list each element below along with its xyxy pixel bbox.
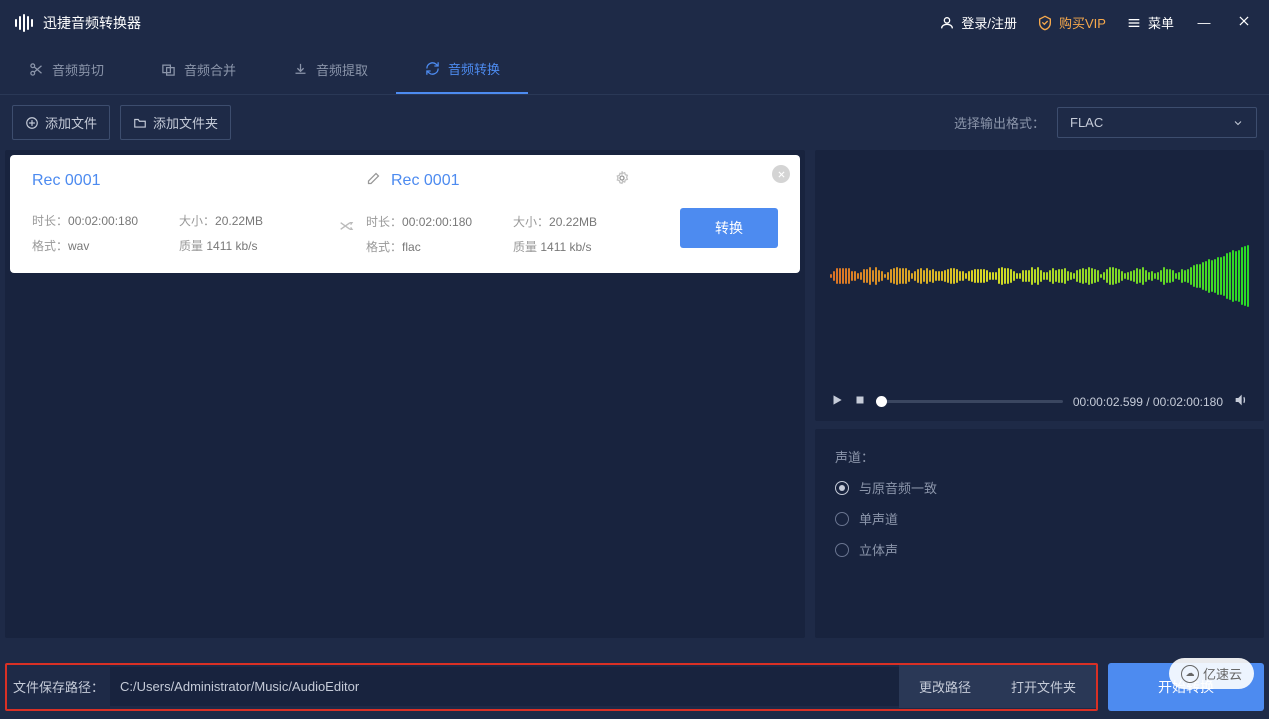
waveform-panel: 00:00:02.599 / 00:02:00:180 [815, 150, 1264, 421]
change-path-button[interactable]: 更改路径 [899, 665, 991, 708]
stop-button[interactable] [854, 394, 866, 409]
plus-circle-icon [25, 116, 39, 130]
edit-name-icon[interactable] [366, 171, 381, 191]
remove-file-button[interactable] [772, 165, 790, 183]
user-icon [939, 15, 955, 31]
watermark: ☁ 亿速云 [1169, 658, 1254, 689]
buy-vip-button[interactable]: 购买VIP [1037, 13, 1106, 32]
menu-icon [1126, 15, 1142, 31]
channel-option-stereo[interactable]: 立体声 [835, 540, 1244, 559]
radio-icon [835, 543, 849, 557]
tab-audio-extract[interactable]: 音频提取 [264, 45, 396, 94]
waveform-display [825, 160, 1254, 392]
menu-button[interactable]: 菜单 [1126, 13, 1174, 32]
source-file-name: Rec 0001 [32, 172, 326, 190]
file-list: Rec 0001 时长：00:02:00:180 大小：20.22MB 格式：w… [5, 150, 805, 638]
add-folder-button[interactable]: 添加文件夹 [120, 105, 231, 140]
channel-title: 声道： [835, 447, 1244, 466]
main-tabs: 音频剪切 音频合并 音频提取 音频转换 [0, 45, 1269, 95]
file-card: Rec 0001 时长：00:02:00:180 大小：20.22MB 格式：w… [10, 155, 800, 273]
close-window-button[interactable] [1234, 14, 1254, 31]
swap-icon[interactable] [326, 218, 366, 237]
channel-option-same[interactable]: 与原音频一致 [835, 478, 1244, 497]
channel-option-mono[interactable]: 单声道 [835, 509, 1244, 528]
add-file-button[interactable]: 添加文件 [12, 105, 110, 140]
volume-button[interactable] [1233, 392, 1249, 411]
bottom-bar: 文件保存路径： C:/Users/Administrator/Music/Aud… [5, 659, 1264, 714]
open-folder-button[interactable]: 打开文件夹 [991, 665, 1096, 708]
close-icon [1237, 14, 1251, 28]
login-button[interactable]: 登录/注册 [939, 13, 1017, 32]
radio-icon [835, 481, 849, 495]
output-format-select[interactable]: FLAC [1057, 107, 1257, 138]
folder-icon [133, 116, 147, 130]
app-title: 迅捷音频转换器 [43, 13, 141, 33]
minimize-button[interactable]: — [1194, 15, 1214, 30]
radio-icon [835, 512, 849, 526]
output-format-label: 选择输出格式： [954, 113, 1045, 132]
save-path-input[interactable]: C:/Users/Administrator/Music/AudioEditor [110, 667, 899, 706]
tab-audio-convert[interactable]: 音频转换 [396, 45, 528, 94]
save-path-label: 文件保存路径： [7, 677, 110, 696]
merge-icon [160, 62, 176, 78]
chevron-down-icon [1232, 117, 1244, 129]
toolbar: 添加文件 添加文件夹 选择输出格式： FLAC [0, 95, 1269, 150]
convert-button[interactable]: 转换 [680, 208, 778, 248]
extract-icon [292, 62, 308, 78]
progress-thumb[interactable] [876, 396, 887, 407]
play-button[interactable] [830, 393, 844, 410]
target-file-name: Rec 0001 [391, 172, 460, 190]
progress-slider[interactable] [876, 400, 1063, 403]
close-icon [777, 170, 786, 179]
tab-audio-merge[interactable]: 音频合并 [132, 45, 264, 94]
scissors-icon [28, 62, 44, 78]
app-logo-icon [15, 14, 33, 32]
time-display: 00:00:02.599 / 00:02:00:180 [1073, 395, 1223, 409]
vip-shield-icon [1037, 15, 1053, 31]
convert-icon [424, 61, 440, 77]
channel-panel: 声道： 与原音频一致 单声道 立体声 [815, 429, 1264, 638]
titlebar: 迅捷音频转换器 登录/注册 购买VIP 菜单 — [0, 0, 1269, 45]
tab-audio-cut[interactable]: 音频剪切 [0, 45, 132, 94]
settings-icon[interactable] [614, 170, 630, 191]
